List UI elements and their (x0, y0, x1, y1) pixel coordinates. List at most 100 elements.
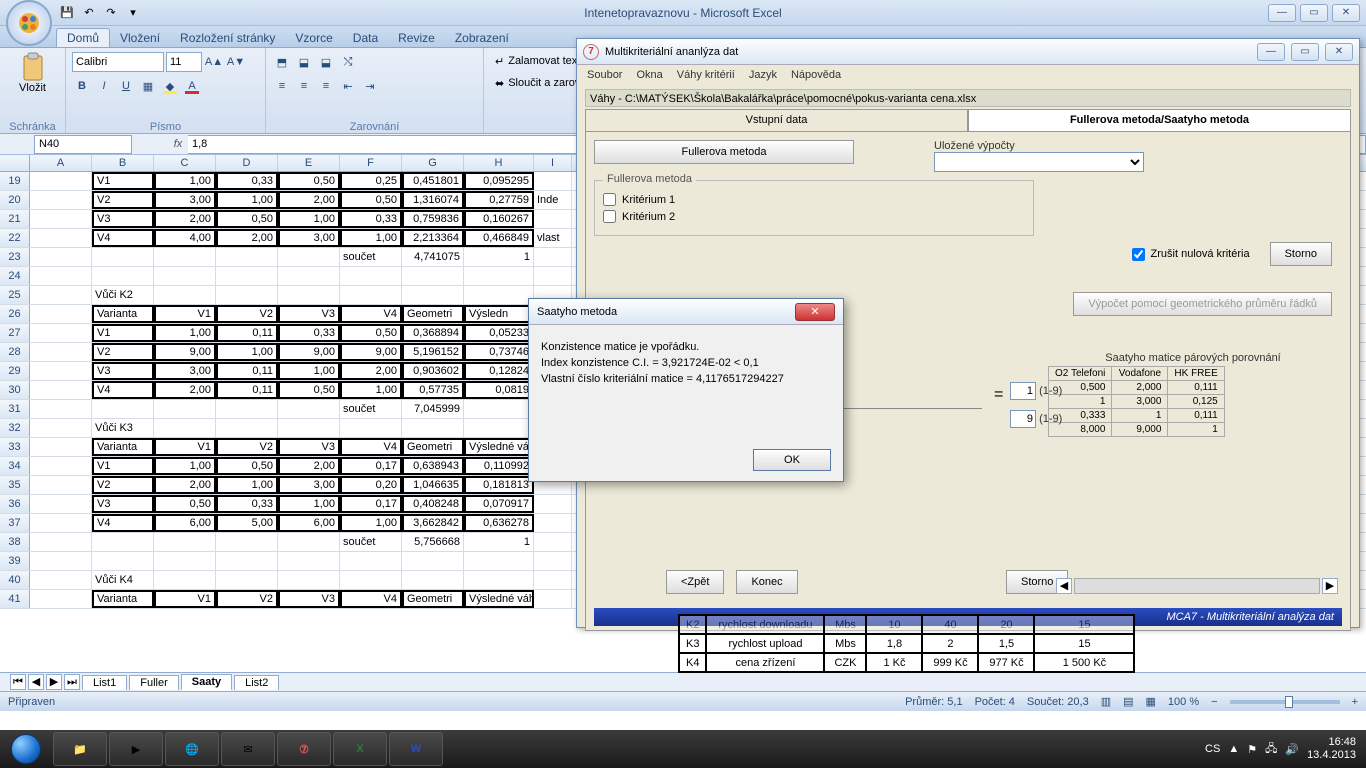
tray-net-icon[interactable]: 🖧 (1265, 740, 1277, 759)
cell[interactable]: 5,756668 (402, 533, 464, 551)
row-header[interactable]: 32 (0, 419, 30, 437)
cell[interactable] (30, 210, 92, 228)
cell[interactable]: 0,50 (278, 172, 340, 190)
sheet-tab[interactable]: Fuller (129, 675, 179, 690)
cell[interactable] (340, 286, 402, 304)
cell[interactable]: 0,50 (154, 495, 216, 513)
col-header[interactable]: B (92, 155, 154, 171)
row-header[interactable]: 22 (0, 229, 30, 247)
cell[interactable]: 0,12824 (464, 362, 534, 380)
close-button[interactable]: ✕ (1332, 4, 1360, 22)
cell[interactable]: Výsledné váhy (464, 438, 534, 456)
tray-flag-icon[interactable]: ⚑ (1247, 743, 1257, 756)
cell[interactable]: V3 (278, 305, 340, 323)
cell[interactable]: V3 (278, 438, 340, 456)
row-header[interactable]: 31 (0, 400, 30, 418)
save-icon[interactable]: 💾 (58, 4, 76, 22)
criterion1-check[interactable]: Kritérium 1 (603, 193, 1025, 206)
bold-button[interactable]: B (72, 76, 92, 96)
cell[interactable] (464, 286, 534, 304)
cell[interactable] (92, 552, 154, 570)
cell[interactable] (92, 267, 154, 285)
cell[interactable]: Vůči K3 (92, 419, 154, 437)
col-header[interactable]: C (154, 155, 216, 171)
cell[interactable] (278, 419, 340, 437)
cell[interactable] (534, 571, 572, 589)
row-header[interactable]: 23 (0, 248, 30, 266)
cell[interactable] (154, 286, 216, 304)
row-header[interactable]: 26 (0, 305, 30, 323)
cell[interactable] (30, 191, 92, 209)
cell[interactable]: 0,368894 (402, 324, 464, 342)
cell[interactable]: 2,213364 (402, 229, 464, 247)
cell[interactable] (30, 571, 92, 589)
underline-button[interactable]: U (116, 76, 136, 96)
cell[interactable]: Výsledné váhy vi (464, 590, 534, 608)
cell[interactable]: 3,662842 (402, 514, 464, 532)
hscroll-right[interactable]: ▶ (1322, 578, 1338, 594)
cell[interactable]: 0,11 (216, 381, 278, 399)
row-header[interactable]: 30 (0, 381, 30, 399)
cell[interactable]: 0,33 (216, 495, 278, 513)
tray-up-icon[interactable]: ▲ (1228, 743, 1239, 755)
zoom-out-icon[interactable]: − (1211, 696, 1217, 708)
cell[interactable] (534, 495, 572, 513)
font-size-select[interactable] (166, 52, 202, 72)
cell[interactable] (154, 400, 216, 418)
cell[interactable]: V1 (92, 324, 154, 342)
cell[interactable]: 3,00 (154, 191, 216, 209)
cell[interactable]: 1 (464, 248, 534, 266)
task-explorer[interactable]: 📁 (53, 732, 107, 766)
cell[interactable]: 0,50 (340, 191, 402, 209)
name-box[interactable] (34, 135, 132, 154)
cell[interactable]: 0,33 (340, 210, 402, 228)
undo-icon[interactable]: ↶ (80, 4, 98, 22)
cell[interactable]: 0,50 (216, 210, 278, 228)
row-header[interactable]: 35 (0, 476, 30, 494)
criterion2-check[interactable]: Kritérium 2 (603, 210, 1025, 223)
cell[interactable] (464, 571, 534, 589)
start-button[interactable] (0, 730, 52, 768)
tray-clock[interactable]: 16:48 13.4.2013 (1307, 736, 1356, 762)
cell[interactable]: 0,57735 (402, 381, 464, 399)
cell[interactable]: Geometri (402, 590, 464, 608)
tab-view[interactable]: Zobrazení (445, 29, 519, 47)
cell[interactable]: V3 (92, 362, 154, 380)
row-header[interactable]: 36 (0, 495, 30, 513)
align-middle-icon[interactable]: ⬓ (294, 52, 314, 72)
mca-min[interactable]: — (1257, 43, 1285, 61)
cell[interactable]: 1,00 (340, 514, 402, 532)
tab-review[interactable]: Revize (388, 29, 445, 47)
cell[interactable]: 0,20 (340, 476, 402, 494)
cell[interactable]: 1,00 (154, 172, 216, 190)
cell[interactable] (30, 457, 92, 475)
cell[interactable] (534, 590, 572, 608)
cell[interactable]: 1,00 (216, 191, 278, 209)
cell[interactable]: Vůči K2 (92, 286, 154, 304)
cell[interactable]: V2 (216, 590, 278, 608)
cell[interactable]: V3 (278, 590, 340, 608)
cell[interactable]: 0,110992 (464, 457, 534, 475)
tab-formulas[interactable]: Vzorce (285, 29, 342, 47)
cell[interactable] (30, 419, 92, 437)
cell[interactable]: 0,11 (216, 362, 278, 380)
cell[interactable] (278, 286, 340, 304)
cell[interactable]: 1,00 (216, 343, 278, 361)
cell[interactable]: 0,636278 (464, 514, 534, 532)
cell[interactable]: 0,451801 (402, 172, 464, 190)
col-header[interactable]: G (402, 155, 464, 171)
row-header[interactable]: 20 (0, 191, 30, 209)
cell[interactable]: součet (340, 533, 402, 551)
cell[interactable] (30, 400, 92, 418)
ratio-input-2[interactable] (1010, 410, 1036, 428)
max-button[interactable]: ▭ (1300, 4, 1328, 22)
view-break-icon[interactable]: ▦ (1146, 695, 1156, 708)
font-color-button[interactable]: A (182, 76, 202, 96)
cell[interactable] (534, 248, 572, 266)
row-header[interactable]: 27 (0, 324, 30, 342)
cell[interactable]: 0,095295 (464, 172, 534, 190)
cell[interactable] (30, 476, 92, 494)
cell[interactable]: Geometri (402, 305, 464, 323)
cell[interactable] (340, 571, 402, 589)
task-outlook[interactable]: ✉ (221, 732, 275, 766)
